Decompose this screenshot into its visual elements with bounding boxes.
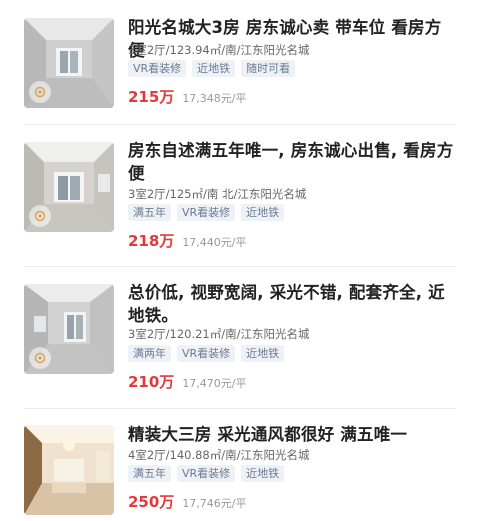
listing-tag: 满五年: [128, 204, 171, 221]
listing-thumbnail[interactable]: [24, 142, 114, 232]
listing-meta: 3室2厅/125㎡/南 北/江东阳光名城: [128, 187, 307, 201]
listing-meta: 4室2厅/140.88㎡/南/江东阳光名城: [128, 448, 310, 462]
price-row: 218万 17,440元/平: [128, 230, 247, 251]
unit-price: 17,470元/平: [182, 377, 247, 390]
listing-card[interactable]: 总价低, 视野宽阔, 采光不错, 配套齐全, 近地铁。 3室2厅/120.21㎡…: [0, 267, 480, 407]
listing-tag: 近地铁: [241, 204, 285, 221]
total-price: 250万: [128, 493, 175, 511]
price-row: 215万 17,348元/平: [128, 86, 247, 107]
unit-price: 17,746元/平: [182, 497, 247, 510]
listing-thumbnail[interactable]: [24, 284, 114, 374]
vr-icon: [29, 347, 51, 369]
listing-title[interactable]: 精装大三房 采光通风都很好 满五唯一: [128, 423, 456, 446]
listing-thumbnail[interactable]: [24, 425, 114, 515]
listing-list: 阳光名城大3房 房东诚心卖 带车位 看房方便 3室2厅/123.94㎡/南/江东…: [0, 0, 480, 521]
room-photo: [24, 425, 114, 515]
listing-tags: VR看装修 近地铁 随时可看: [128, 60, 296, 77]
listing-tags: 满五年 VR看装修 近地铁: [128, 465, 285, 482]
listing-meta: 3室2厅/123.94㎡/南/江东阳光名城: [128, 43, 310, 57]
vr-icon: [29, 205, 51, 227]
total-price: 218万: [128, 232, 175, 250]
listing-card[interactable]: 精装大三房 采光通风都很好 满五唯一 4室2厅/140.88㎡/南/江东阳光名城…: [0, 409, 480, 521]
listing-tags: 满五年 VR看装修 近地铁: [128, 204, 285, 221]
vr-icon: [29, 81, 51, 103]
unit-price: 17,348元/平: [182, 92, 247, 105]
listing-tag: 近地铁: [241, 345, 285, 362]
listing-tag: VR看装修: [177, 465, 236, 482]
listing-tag: VR看装修: [128, 60, 187, 77]
total-price: 210万: [128, 373, 175, 391]
listing-meta: 3室2厅/120.21㎡/南/江东阳光名城: [128, 327, 310, 341]
listing-title[interactable]: 总价低, 视野宽阔, 采光不错, 配套齐全, 近地铁。: [128, 281, 456, 327]
listing-card[interactable]: 房东自述满五年唯一, 房东诚心出售, 看房方便 3室2厅/125㎡/南 北/江东…: [0, 125, 480, 265]
listing-tag: VR看装修: [177, 204, 236, 221]
listing-tag: 满两年: [128, 345, 171, 362]
listing-title[interactable]: 房东自述满五年唯一, 房东诚心出售, 看房方便: [128, 139, 456, 185]
listing-tag: 满五年: [128, 465, 171, 482]
unit-price: 17,440元/平: [182, 236, 247, 249]
total-price: 215万: [128, 88, 175, 106]
price-row: 210万 17,470元/平: [128, 371, 247, 392]
listing-tag: 随时可看: [241, 60, 296, 77]
listing-tag: VR看装修: [177, 345, 236, 362]
listing-tag: 近地铁: [241, 465, 285, 482]
price-row: 250万 17,746元/平: [128, 491, 247, 512]
listing-tags: 满两年 VR看装修 近地铁: [128, 345, 285, 362]
listing-tag: 近地铁: [192, 60, 236, 77]
listing-card[interactable]: 阳光名城大3房 房东诚心卖 带车位 看房方便 3室2厅/123.94㎡/南/江东…: [0, 0, 480, 122]
listing-thumbnail[interactable]: [24, 18, 114, 108]
